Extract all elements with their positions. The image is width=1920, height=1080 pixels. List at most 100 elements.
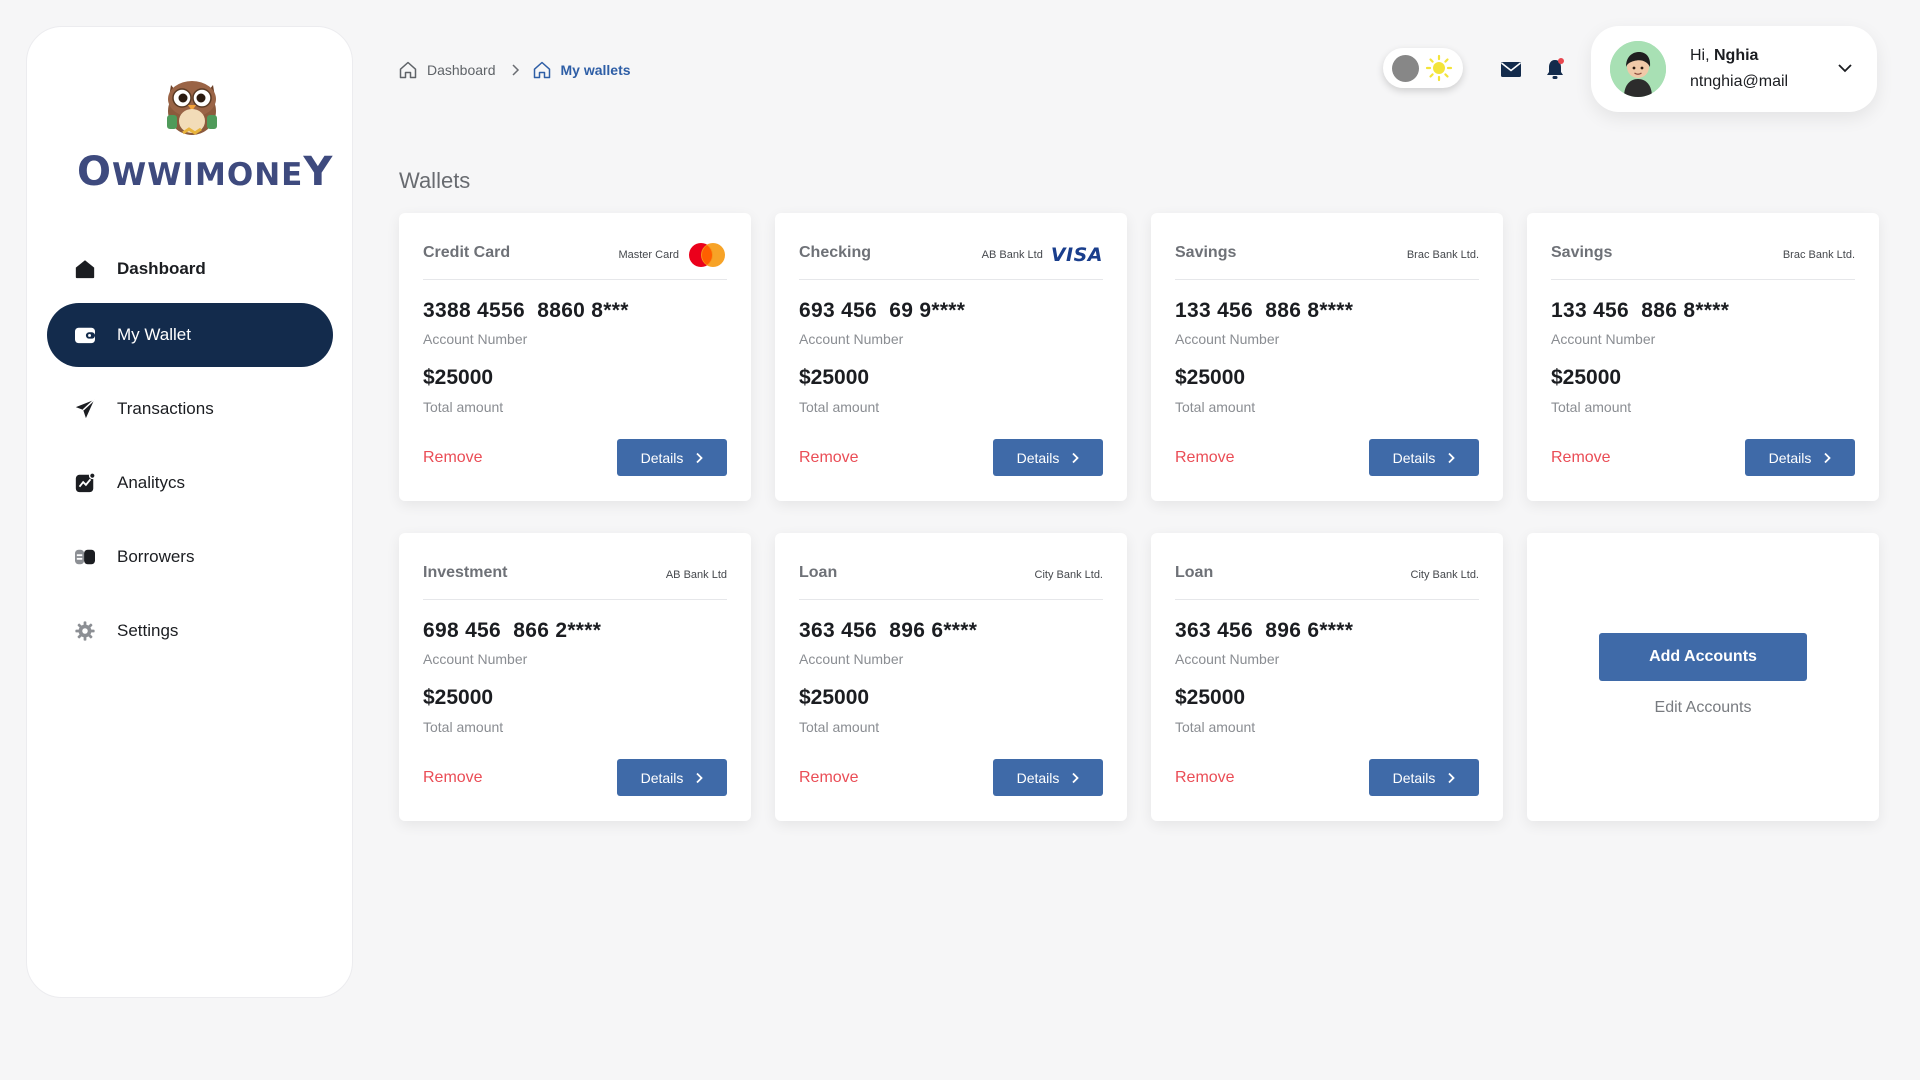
bank-label: Master Card	[618, 249, 679, 261]
remove-button[interactable]: Remove	[423, 449, 483, 467]
chevron-down-icon[interactable]	[1835, 58, 1855, 78]
sidebar-item-my-wallet[interactable]: My Wallet	[47, 303, 333, 367]
bell-icon[interactable]	[1544, 57, 1566, 81]
account-number-label: Account Number	[799, 651, 904, 667]
details-button[interactable]: Details	[993, 759, 1103, 796]
total-amount-label: Total amount	[1551, 399, 1632, 415]
bank-name: Master Card	[618, 242, 727, 268]
account-number-label: Account Number	[423, 651, 528, 667]
account-number: 363 456 896 6****	[799, 619, 978, 642]
bank-label: City Bank Ltd.	[1410, 569, 1479, 581]
sidebar-item-dashboard[interactable]: Dashboard	[47, 237, 333, 301]
page-title: Wallets	[399, 168, 471, 193]
breadcrumb-item-dashboard[interactable]: Dashboard	[398, 60, 496, 80]
remove-button[interactable]: Remove	[799, 769, 859, 787]
bank-name: Brac Bank Ltd.	[1407, 242, 1479, 268]
bank-label: City Bank Ltd.	[1034, 569, 1103, 581]
details-label: Details	[640, 449, 684, 466]
edit-accounts-link[interactable]: Edit Accounts	[1527, 699, 1879, 717]
details-label: Details	[1016, 769, 1060, 786]
total-amount-label: Total amount	[799, 719, 880, 735]
avatar	[1610, 41, 1666, 97]
bank-label: Brac Bank Ltd.	[1782, 249, 1855, 261]
account-type: Savings	[1175, 244, 1237, 261]
bank-name: Brac Bank Ltd.	[1783, 242, 1855, 268]
details-button[interactable]: Details	[1369, 759, 1479, 796]
chevron-right-icon	[1071, 772, 1080, 784]
card-divider	[423, 279, 727, 280]
chevron-right-icon	[1823, 452, 1832, 464]
account-number: 698 456 866 2****	[423, 619, 602, 642]
bank-label: AB Bank Ltd	[665, 569, 727, 581]
details-label: Details	[1392, 769, 1436, 786]
app-logo[interactable]: OWWIMONEY	[77, 71, 334, 201]
account-type: Loan	[1175, 564, 1214, 581]
logo-wordmark: OWWIMONEY	[77, 149, 334, 195]
card-divider	[423, 599, 727, 600]
sidebar-item-label: Transactions	[117, 399, 214, 418]
account-number: 363 456 896 6****	[1175, 619, 1354, 642]
chevron-right-icon	[695, 452, 704, 464]
total-amount: $25000	[423, 366, 494, 389]
bank-name: City Bank Ltd.	[1035, 562, 1103, 588]
bank-label: AB Bank Ltd	[981, 249, 1043, 261]
details-button[interactable]: Details	[617, 759, 727, 796]
bank-name: AB Bank Ltd	[666, 562, 727, 588]
remove-button[interactable]: Remove	[1175, 449, 1235, 467]
remove-button[interactable]: Remove	[799, 449, 859, 467]
details-button[interactable]: Details	[1745, 439, 1855, 476]
account-number-label: Account Number	[1175, 331, 1280, 347]
sidebar-item-borrowers[interactable]: Borrowers	[47, 525, 333, 589]
account-number-label: Account Number	[1175, 651, 1280, 667]
sidebar-item-transactions[interactable]: Transactions	[47, 377, 333, 441]
details-label: Details	[1768, 449, 1812, 466]
user-name: Nghia	[1714, 47, 1759, 64]
chevron-right-icon	[1447, 452, 1456, 464]
total-amount-label: Total amount	[423, 719, 504, 735]
borrowers-icon	[73, 545, 97, 569]
chevron-right-icon	[1447, 772, 1456, 784]
card-divider	[799, 279, 1103, 280]
details-button[interactable]: Details	[1369, 439, 1479, 476]
user-email: ntnghia@mail	[1690, 73, 1789, 90]
breadcrumb-label: Dashboard	[427, 62, 496, 78]
sidebar-item-settings[interactable]: Settings	[47, 599, 333, 663]
visa-logo-icon: VISA	[1051, 244, 1103, 266]
card-divider	[799, 599, 1103, 600]
breadcrumb: Dashboard My wallets	[398, 58, 631, 82]
home-icon	[73, 257, 97, 281]
bank-label: Brac Bank Ltd.	[1406, 249, 1479, 261]
chevron-right-icon	[695, 772, 704, 784]
account-type: Investment	[423, 564, 508, 581]
add-accounts-button[interactable]: Add Accounts	[1599, 633, 1807, 681]
breadcrumb-item-my-wallets[interactable]: My wallets	[532, 60, 631, 80]
mail-icon[interactable]	[1500, 58, 1522, 80]
sidebar-item-analytics[interactable]: Analitycs	[47, 451, 333, 515]
total-amount: $25000	[799, 366, 870, 389]
account-number-label: Account Number	[1551, 331, 1656, 347]
sidebar-item-label: Borrowers	[117, 547, 195, 566]
bank-name: AB Bank Ltd VISA	[982, 242, 1103, 268]
details-label: Details	[640, 769, 684, 786]
card-divider	[1175, 279, 1479, 280]
details-button[interactable]: Details	[993, 439, 1103, 476]
wallet-card: Loan City Bank Ltd. 363 456 896 6**** Accou…	[1151, 533, 1503, 821]
wallet-card: Investment AB Bank Ltd 698 456 866 2**** Ac…	[399, 533, 751, 821]
details-button[interactable]: Details	[617, 439, 727, 476]
add-accounts-panel: Add Accounts Edit Accounts	[1527, 533, 1879, 821]
wallet-card: Checking AB Bank Ltd VISA 693 456 69 9**** A…	[775, 213, 1127, 501]
total-amount: $25000	[1175, 686, 1246, 709]
account-type: Checking	[799, 244, 872, 261]
greeting-prefix: Hi,	[1690, 47, 1714, 64]
chevron-right-icon	[510, 64, 520, 76]
user-profile-menu[interactable]: Hi, Nghia ntnghia@mail	[1591, 26, 1877, 112]
theme-toggle[interactable]	[1383, 48, 1463, 88]
account-type: Savings	[1551, 244, 1613, 261]
remove-button[interactable]: Remove	[1175, 769, 1235, 787]
account-type: Loan	[799, 564, 838, 581]
remove-button[interactable]: Remove	[1551, 449, 1611, 467]
remove-button[interactable]: Remove	[423, 769, 483, 787]
total-amount-label: Total amount	[1175, 399, 1256, 415]
wallet-card: Savings Brac Bank Ltd. 133 456 886 8**** Ac…	[1151, 213, 1503, 501]
mastercard-logo-icon	[687, 242, 727, 268]
